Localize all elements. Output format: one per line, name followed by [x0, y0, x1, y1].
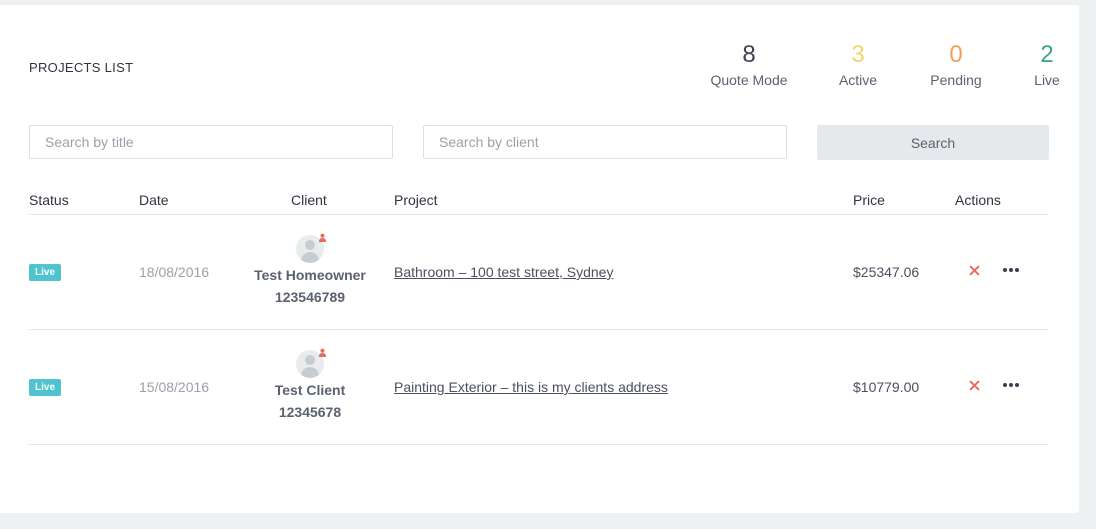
table-header-divider	[29, 214, 1049, 215]
column-header-date: Date	[139, 192, 169, 208]
column-header-actions: Actions	[955, 192, 1001, 208]
stat-label: Pending	[930, 72, 982, 88]
row-price: $10779.00	[853, 379, 920, 395]
project-link[interactable]: Painting Exterior – this is my clients a…	[394, 379, 668, 395]
close-icon[interactable]	[969, 265, 980, 276]
stat-value: 0	[949, 41, 963, 68]
more-dots-icon[interactable]	[1002, 382, 1020, 388]
page-title: PROJECTS LIST	[29, 60, 134, 75]
search-button[interactable]: Search	[817, 125, 1049, 160]
person-badge-icon	[318, 233, 327, 242]
more-dots-icon[interactable]	[1002, 267, 1020, 273]
project-link[interactable]: Bathroom – 100 test street, Sydney	[394, 264, 613, 280]
column-header-price: Price	[853, 192, 885, 208]
stat-value: 3	[851, 41, 865, 68]
status-badge: Live	[29, 379, 62, 396]
search-title-input[interactable]	[29, 125, 393, 159]
status-badge: Live	[29, 264, 62, 281]
row-divider	[29, 444, 1049, 445]
client-name: Test Homeowner	[254, 267, 366, 283]
row-date: 18/08/2016	[139, 264, 210, 280]
row-date: 15/08/2016	[139, 379, 210, 395]
person-badge-icon	[318, 348, 327, 357]
client-cell: Test Homeowner 123546789	[247, 264, 373, 308]
client-name: Test Client	[274, 382, 346, 398]
stat-pending[interactable]: 0 Pending	[926, 41, 986, 88]
client-id: 12345678	[278, 404, 342, 420]
stat-value: 8	[742, 41, 756, 68]
stat-label: Quote Mode	[710, 72, 788, 88]
search-client-input[interactable]	[423, 125, 787, 159]
client-id: 123546789	[274, 289, 346, 305]
close-icon[interactable]	[969, 380, 980, 391]
stat-active[interactable]: 3 Active	[833, 41, 883, 88]
column-header-project: Project	[394, 192, 438, 208]
column-header-client: Client	[291, 192, 327, 208]
stat-live[interactable]: 2 Live	[1028, 41, 1066, 88]
projects-card: PROJECTS LIST 8 Quote Mode 3 Active 0 Pe…	[0, 5, 1079, 513]
client-cell: Test Client 12345678	[247, 379, 373, 423]
column-header-status: Status	[29, 192, 69, 208]
stat-value: 2	[1040, 41, 1054, 68]
row-divider	[29, 329, 1049, 330]
stat-label: Live	[1034, 72, 1060, 88]
row-price: $25347.06	[853, 264, 920, 280]
stat-quote-mode[interactable]: 8 Quote Mode	[708, 41, 790, 88]
stat-label: Active	[838, 72, 878, 88]
